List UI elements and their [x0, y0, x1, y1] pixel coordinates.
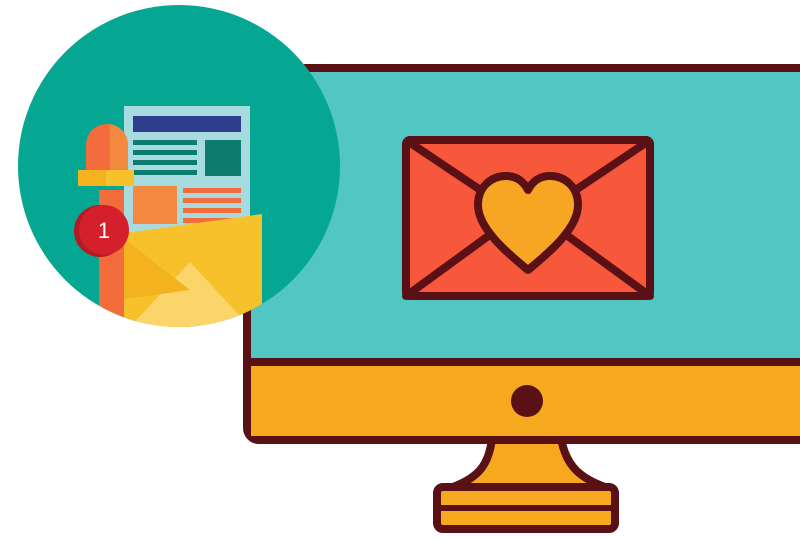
email-marketing-illustration: 1	[0, 0, 800, 540]
notification-count: 1	[98, 218, 110, 243]
envelope-icon	[118, 214, 262, 327]
illustration-canvas: 1	[18, 5, 800, 533]
love-letter-icon	[402, 136, 654, 300]
power-button	[511, 385, 543, 417]
monitor-stand	[449, 434, 609, 491]
